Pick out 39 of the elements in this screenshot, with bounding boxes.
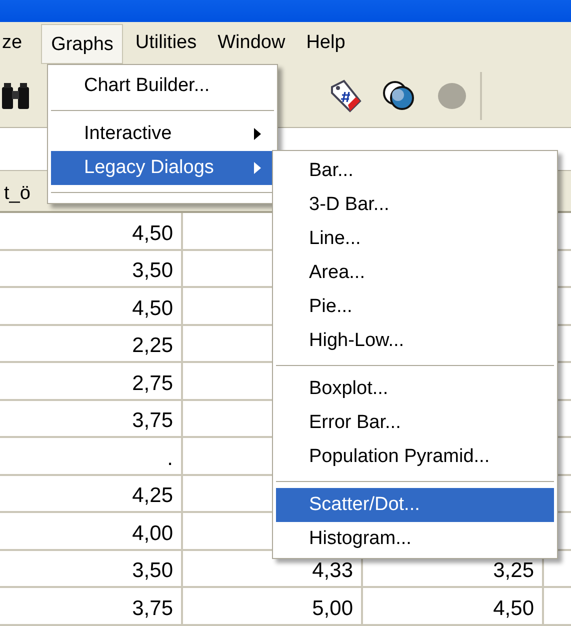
submenu-arrow-icon	[254, 162, 262, 174]
menu-item[interactable]: Area...	[276, 256, 554, 290]
table-cell: 3,50	[132, 259, 173, 283]
menu-item[interactable]: Utilities	[126, 28, 206, 58]
table-cell: 4,25	[132, 484, 173, 508]
menu-item[interactable]: Chart Builder...	[51, 69, 274, 103]
menu-item[interactable]: Population Pyramid...	[276, 440, 554, 474]
menu-item[interactable]: Window	[208, 28, 294, 58]
menu-item[interactable]: Pie...	[276, 290, 554, 324]
menu-item[interactable]: Bar...	[276, 154, 554, 188]
table-cell: .	[167, 446, 173, 470]
table-cell: 4,33	[312, 559, 353, 583]
menu-item[interactable]: Scatter/Dot...	[276, 488, 554, 522]
menu-item[interactable]: Graphs	[41, 24, 124, 64]
binoculars-icon[interactable]	[0, 80, 32, 110]
table-cell: 4,00	[132, 522, 173, 546]
table-cell: 3,75	[132, 596, 173, 620]
menu-item[interactable]: Interactive	[51, 117, 274, 151]
venn-diagram-icon[interactable]	[382, 78, 416, 112]
menu-item[interactable]: Legacy Dialogs	[51, 151, 274, 185]
table-cell: 4,50	[132, 222, 173, 246]
table-cell: 2,75	[132, 372, 173, 396]
menu-item[interactable]: High-Low...	[276, 324, 554, 358]
submenu-arrow-icon	[254, 128, 262, 140]
table-cell: 5,00	[312, 596, 353, 620]
tag-icon[interactable]	[328, 78, 364, 112]
menu-item[interactable]: Boxplot...	[276, 372, 554, 406]
menu-item[interactable]: 3-D Bar...	[276, 188, 554, 222]
menu-item[interactable]: ze	[0, 28, 32, 58]
table-cell: 4,50	[493, 596, 534, 620]
menu-item[interactable]: Error Bar...	[276, 406, 554, 440]
menu-item[interactable]: Help	[297, 28, 354, 58]
table-cell: 3,75	[132, 409, 173, 433]
table-cell: 3,25	[493, 559, 534, 583]
table-cell: 3,50	[132, 559, 173, 583]
menu-item[interactable]: Line...	[276, 222, 554, 256]
menu-item[interactable]: Histogram...	[276, 522, 554, 556]
table-cell: 4,50	[132, 296, 173, 320]
table-cell: 2,25	[132, 334, 173, 358]
